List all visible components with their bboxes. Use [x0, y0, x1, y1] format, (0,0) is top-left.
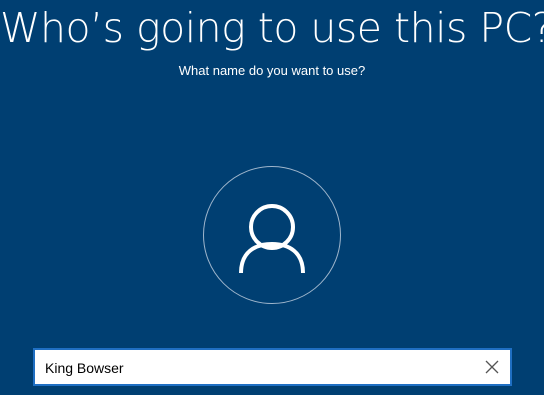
page-title: Who’s going to use this PC?: [0, 4, 544, 52]
name-field[interactable]: [33, 348, 512, 386]
page-subtitle: What name do you want to use?: [178, 63, 366, 78]
name-input[interactable]: [45, 358, 465, 378]
clear-button[interactable]: [482, 357, 502, 377]
close-icon: [485, 360, 499, 374]
user-icon: [239, 204, 305, 274]
avatar: [203, 166, 341, 304]
